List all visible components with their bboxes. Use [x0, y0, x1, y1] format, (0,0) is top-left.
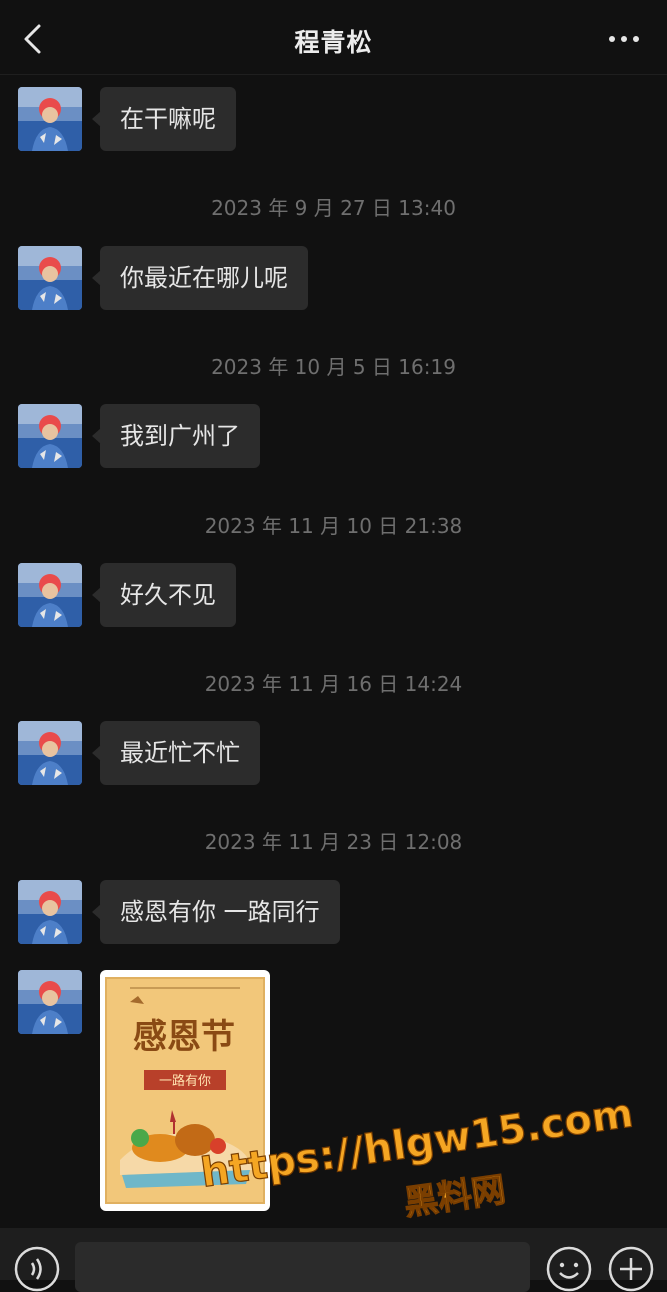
message-bubble[interactable]: 感恩有你 一路同行 [92, 880, 340, 944]
watermark: https://hlgw15.com 黑料网 [197, 1095, 635, 1224]
avatar[interactable] [18, 970, 82, 1034]
message-bubble[interactable]: 最近忙不忙 [92, 721, 260, 785]
avatar[interactable] [18, 246, 82, 310]
more-dots-icon[interactable] [607, 26, 641, 52]
timestamp: 2023 年 9 月 27 日 13:40 [211, 196, 456, 220]
poster-subtitle: 一路有你 [159, 1073, 211, 1089]
plus-icon[interactable] [608, 1246, 654, 1292]
avatar[interactable] [18, 404, 82, 468]
input-bar [0, 1228, 667, 1292]
voice-icon[interactable] [14, 1246, 60, 1292]
message-bubble[interactable]: 在干嘛呢 [92, 87, 236, 151]
chat-header: 程青松 [0, 0, 667, 75]
poster-title: 感恩节 [133, 1017, 235, 1057]
timestamp: 2023 年 10 月 5 日 16:19 [211, 355, 456, 379]
avatar[interactable] [18, 563, 82, 627]
timestamp: 2023 年 11 月 23 日 12:08 [204, 830, 463, 854]
timestamp: 2023 年 11 月 16 日 14:24 [204, 672, 463, 696]
chat-title: 程青松 [294, 28, 373, 57]
avatar[interactable] [18, 880, 82, 944]
avatar[interactable] [18, 87, 82, 151]
message-bubble[interactable]: 我到广州了 [92, 404, 260, 468]
message-bubble[interactable]: 你最近在哪儿呢 [92, 246, 308, 310]
message-bubble[interactable]: 好久不见 [92, 563, 236, 627]
avatar[interactable] [18, 721, 82, 785]
watermark-site-name: 黑料网 [402, 1170, 509, 1224]
timestamp: 2023 年 11 月 10 日 21:38 [204, 514, 463, 538]
emoji-icon[interactable] [546, 1246, 592, 1292]
message-input[interactable] [75, 1242, 530, 1292]
